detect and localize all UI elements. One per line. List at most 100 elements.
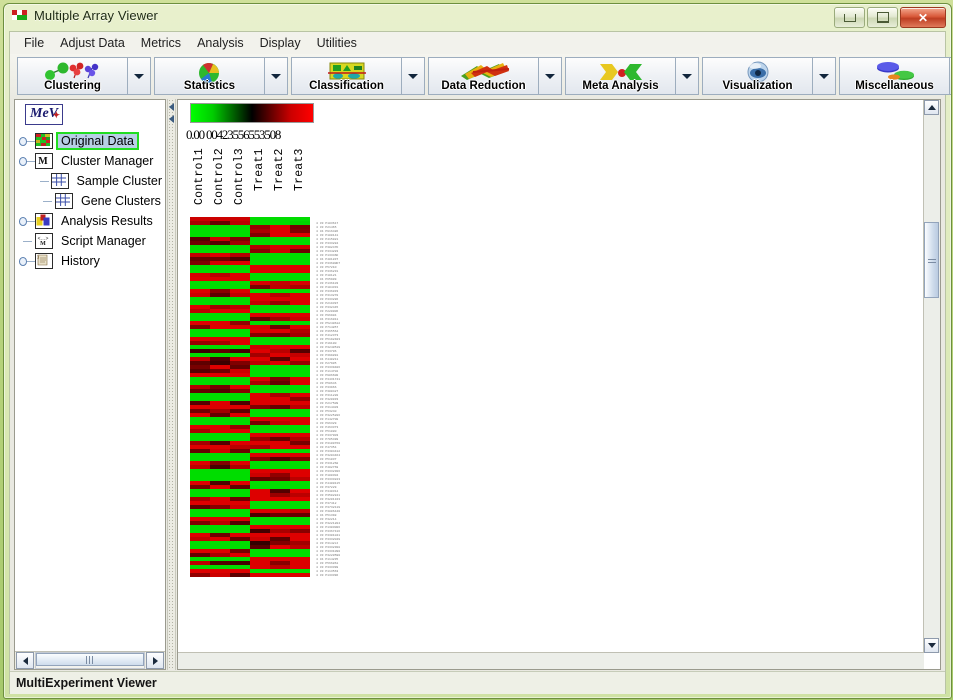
sidebar-item-label: Gene Clusters — [81, 194, 161, 208]
expand-handle-icon[interactable] — [19, 256, 35, 266]
analysis-results-icon — [35, 213, 53, 229]
miscellaneous-button[interactable]: Miscellaneous — [839, 57, 949, 95]
sidebar-item-cluster-manager[interactable]: M Cluster Manager — [15, 151, 165, 171]
navigation-tree-panel: MeV ✦ Original Data M Cluster Manager Sa… — [14, 99, 166, 670]
toolbar-group-meta-analysis: Meta Analysis — [565, 57, 699, 95]
scroll-down-button[interactable] — [924, 638, 939, 653]
data-reduction-label: Data Reduction — [441, 80, 526, 92]
column-header[interactable]: Control2 — [210, 148, 230, 216]
sidebar-item-script-manager[interactable]: <…> M Script Manager — [15, 231, 165, 251]
data-reduction-dropdown-arrow[interactable] — [538, 57, 562, 95]
menu-display[interactable]: Display — [252, 34, 309, 52]
scroll-right-button[interactable] — [146, 652, 164, 669]
minimize-icon — [843, 13, 856, 22]
expand-handle-icon[interactable] — [19, 136, 35, 146]
meta-analysis-label: Meta Analysis — [582, 80, 659, 92]
column-header[interactable]: Treat3 — [290, 148, 310, 216]
chevron-down-icon — [408, 73, 418, 79]
mev-logo: MeV ✦ — [25, 104, 63, 125]
gene-label-column: 4 33 P103617 4 33 P21465 4 34 P916486 4 33 … — [316, 221, 380, 577]
heatmap-cell[interactable] — [190, 573, 210, 577]
visualization-button[interactable]: Visualization — [702, 57, 812, 95]
menu-bar: File Adjust Data Metrics Analysis Displa… — [10, 32, 945, 55]
heatmap-cell[interactable] — [210, 573, 230, 577]
sidebar-item-analysis-results[interactable]: Analysis Results — [15, 211, 165, 231]
svg-text:M: M — [40, 241, 46, 246]
viewer-vertical-scrollbar[interactable] — [923, 100, 940, 653]
script-manager-icon: <…> M — [35, 233, 53, 249]
sidebar-item-sample-cluster[interactable]: Sample Cluster — [35, 171, 165, 191]
visualization-dropdown-arrow[interactable] — [812, 57, 836, 95]
column-header[interactable]: Control3 — [230, 148, 250, 216]
tree-branch-icon — [39, 180, 51, 182]
menu-metrics[interactable]: Metrics — [133, 34, 189, 52]
client-area: File Adjust Data Metrics Analysis Displa… — [9, 31, 951, 694]
meta-analysis-dropdown-arrow[interactable] — [675, 57, 699, 95]
sidebar-item-gene-clusters[interactable]: Gene Clusters — [35, 191, 165, 211]
svg-text:M: M — [38, 156, 48, 166]
chevron-down-icon — [682, 73, 692, 79]
column-header[interactable]: Treat1 — [250, 148, 270, 216]
heatmap-icon — [35, 133, 53, 149]
statistics-dropdown-arrow[interactable] — [264, 57, 288, 95]
clustering-button[interactable]: Clustering — [17, 57, 127, 95]
column-headers: Control1 Control2 Control3 Treat1 Treat2 Trea… — [190, 148, 310, 216]
toolbar-group-classification: Classification — [291, 57, 425, 95]
gene-label[interactable]: 4 33 P133396 — [316, 573, 380, 577]
menu-adjust-data[interactable]: Adjust Data — [52, 34, 133, 52]
heatmap-cell[interactable] — [290, 573, 310, 577]
main-split-pane: MeV ✦ Original Data M Cluster Manager Sa… — [10, 98, 945, 672]
menu-file[interactable]: File — [16, 34, 52, 52]
arrow-down-icon — [927, 643, 936, 648]
collapse-left-arrow-icon[interactable] — [169, 103, 174, 111]
collapse-handle-icon[interactable] — [19, 156, 35, 166]
scroll-left-button[interactable] — [16, 652, 34, 669]
scroll-thumb[interactable] — [36, 653, 144, 666]
heatmap-row[interactable] — [190, 573, 310, 577]
classification-button[interactable]: Classification — [291, 57, 401, 95]
arrow-left-icon — [22, 656, 28, 665]
heatmap-canvas[interactable]: 0.00 00423556553508 Control1 Control2 Cont… — [178, 100, 924, 653]
mev-app-icon — [12, 10, 27, 20]
meta-analysis-button[interactable]: Meta Analysis — [565, 57, 675, 95]
viewer-horizontal-scrollbar[interactable] — [178, 652, 924, 669]
sidebar-item-label: Original Data — [56, 132, 139, 150]
data-reduction-button[interactable]: Data Reduction — [428, 57, 538, 95]
minimize-button[interactable] — [834, 7, 865, 28]
heatmap-cell[interactable] — [230, 573, 250, 577]
sidebar-item-label: Sample Cluster — [76, 174, 162, 188]
heatmap-cell[interactable] — [270, 573, 290, 577]
heatmap-grid[interactable] — [190, 221, 310, 577]
miscellaneous-dropdown-arrow[interactable] — [949, 57, 951, 95]
vertical-scroll-thumb[interactable] — [924, 222, 939, 298]
visualization-label: Visualization — [722, 80, 793, 92]
clustering-label: Clustering — [44, 80, 101, 92]
heatmap-cell[interactable] — [250, 573, 270, 577]
close-icon: ✕ — [917, 10, 929, 25]
menu-analysis[interactable]: Analysis — [189, 34, 252, 52]
grid-icon — [55, 193, 73, 209]
maximize-icon — [876, 12, 889, 23]
column-header[interactable]: Control1 — [190, 148, 210, 216]
title-bar: Multiple Array Viewer ✕ — [4, 4, 951, 31]
scroll-up-button[interactable] — [924, 100, 939, 115]
classification-dropdown-arrow[interactable] — [401, 57, 425, 95]
sidebar-item-history[interactable]: History — [15, 251, 165, 271]
menu-utilities[interactable]: Utilities — [309, 34, 365, 52]
maximize-button[interactable] — [867, 7, 898, 28]
mev-logo-star-icon: ✦ — [52, 110, 60, 120]
expand-handle-icon[interactable] — [19, 216, 35, 226]
tree-horizontal-scrollbar[interactable] — [15, 651, 165, 669]
statistics-button[interactable]: Statistics — [154, 57, 264, 95]
chevron-down-icon — [271, 73, 281, 79]
split-pane-divider[interactable] — [167, 99, 176, 670]
close-button[interactable]: ✕ — [900, 7, 946, 28]
scroll-track[interactable] — [35, 652, 145, 669]
color-scale-labels: 0.00 00423556553508 — [186, 127, 281, 142]
clustering-dropdown-arrow[interactable] — [127, 57, 151, 95]
color-scale-bar — [190, 103, 314, 123]
expand-right-arrow-icon[interactable] — [169, 115, 174, 123]
column-header[interactable]: Treat2 — [270, 148, 290, 216]
tree-branch-end-icon — [39, 200, 55, 202]
sidebar-item-original-data[interactable]: Original Data — [15, 131, 165, 151]
